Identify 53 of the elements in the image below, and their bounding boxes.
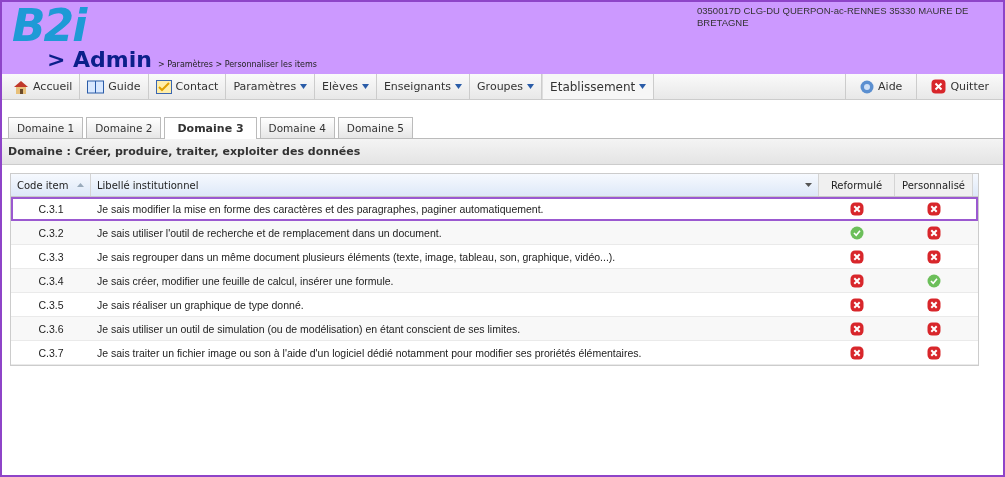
table-cell-text: Je sais utiliser un outil de simulation (ou de modélisation) en étant conscient de ses limites. — [96, 322, 522, 335]
dropdown-icon — [805, 183, 812, 187]
menu-item[interactable]: Elèves — [315, 74, 377, 99]
book-icon — [87, 79, 105, 94]
table-cell-text: Je sais créer, modifier une feuille de calcul, insérer une formule. — [96, 274, 395, 287]
table-cell-text: Je sais réaliser un graphique de type donné. — [96, 298, 305, 311]
table-cell-text: Je sais regrouper dans un même document plusieurs éléments (texte, image, tableau, son, graphique, vidéo...). — [96, 250, 617, 263]
table-cell-text: C.3.5 — [37, 298, 65, 311]
table-row[interactable]: C.3.1 Je sais modifier la mise en forme des caractères et des paragraphes, paginer automatiquement. — [11, 197, 978, 221]
checklist-icon — [155, 79, 172, 94]
menu-item[interactable]: Contact — [148, 74, 227, 99]
table-row[interactable]: C.3.2 Je sais utiliser l'outil de recherche et de remplacement dans un document. — [11, 221, 978, 245]
column-header[interactable]: Reformulé — [819, 174, 895, 196]
school-name: 0350017D CLG-DU QUERPON-ac-RENNES 35330 MAURE DE BRETAGNE — [697, 5, 970, 30]
tab[interactable]: Domaine 5 — [337, 117, 414, 138]
help-button[interactable]: Aide — [845, 74, 917, 99]
menu-item[interactable]: Guide — [80, 74, 149, 99]
menu-item[interactable]: Etablissement — [542, 74, 655, 99]
table-cell-text: C.3.7 — [37, 346, 65, 359]
column-header[interactable]: Personnalisé — [895, 174, 973, 196]
breadcrumb: > Paramètres > Personnaliser les items — [158, 60, 317, 69]
tab[interactable]: Domaine 3 — [164, 117, 257, 139]
table-cell-text: C.3.6 — [37, 322, 65, 335]
domain-title: Domaine : Créer, produire, traiter, exploiter des données — [2, 139, 1003, 165]
column-header[interactable]: Code item — [11, 174, 91, 196]
table-cell-text: Je sais traiter un fichier image ou son à l'aide d'un logiciel dédié notamment pour modifier ses proriétés élémentaires. — [96, 346, 643, 359]
sort-icon — [77, 183, 84, 187]
caret-icon — [300, 84, 308, 89]
tab[interactable]: Domaine 4 — [259, 117, 335, 138]
quit-button[interactable]: Quitter — [916, 74, 1003, 99]
caret-icon — [639, 84, 647, 89]
tab[interactable]: Domaine 1 — [8, 117, 84, 138]
help-icon — [860, 79, 875, 94]
table-cell-text: C.3.2 — [37, 226, 65, 239]
table-cell-text: C.3.4 — [37, 274, 65, 287]
table-cell-text: Je sais utiliser l'outil de recherche et de remplacement dans un document. — [96, 226, 443, 239]
caret-icon — [361, 84, 369, 89]
tab[interactable]: Domaine 2 — [86, 117, 162, 138]
table-row[interactable]: C.3.6 Je sais utiliser un outil de simulation (ou de modélisation) en étant conscient de ses limites. — [11, 317, 978, 341]
table-cell-text: Je sais modifier la mise en forme des caractères et des paragraphes, paginer automatiquement. — [96, 202, 545, 215]
close-icon — [931, 79, 947, 94]
caret-icon — [527, 84, 535, 89]
logo: B2i — [12, 4, 88, 48]
table-row[interactable]: C.3.4 Je sais créer, modifier une feuille de calcul, insérer une formule. — [11, 269, 978, 293]
table-row[interactable]: C.3.7 Je sais traiter un fichier image ou son à l'aide d'un logiciel dédié notamment pour modifier ses proriétés élémentaires. — [11, 341, 978, 365]
menu-item[interactable]: Paramètres — [226, 74, 316, 99]
menu-item[interactable]: Enseignants — [376, 74, 471, 99]
menu-item[interactable]: Accueil — [6, 74, 81, 99]
app-title: > Admin — [47, 48, 152, 72]
caret-icon — [455, 84, 463, 89]
table-cell-text: C.3.3 — [37, 250, 65, 263]
house-icon — [13, 79, 29, 94]
table-cell-text: C.3.1 — [37, 202, 65, 215]
